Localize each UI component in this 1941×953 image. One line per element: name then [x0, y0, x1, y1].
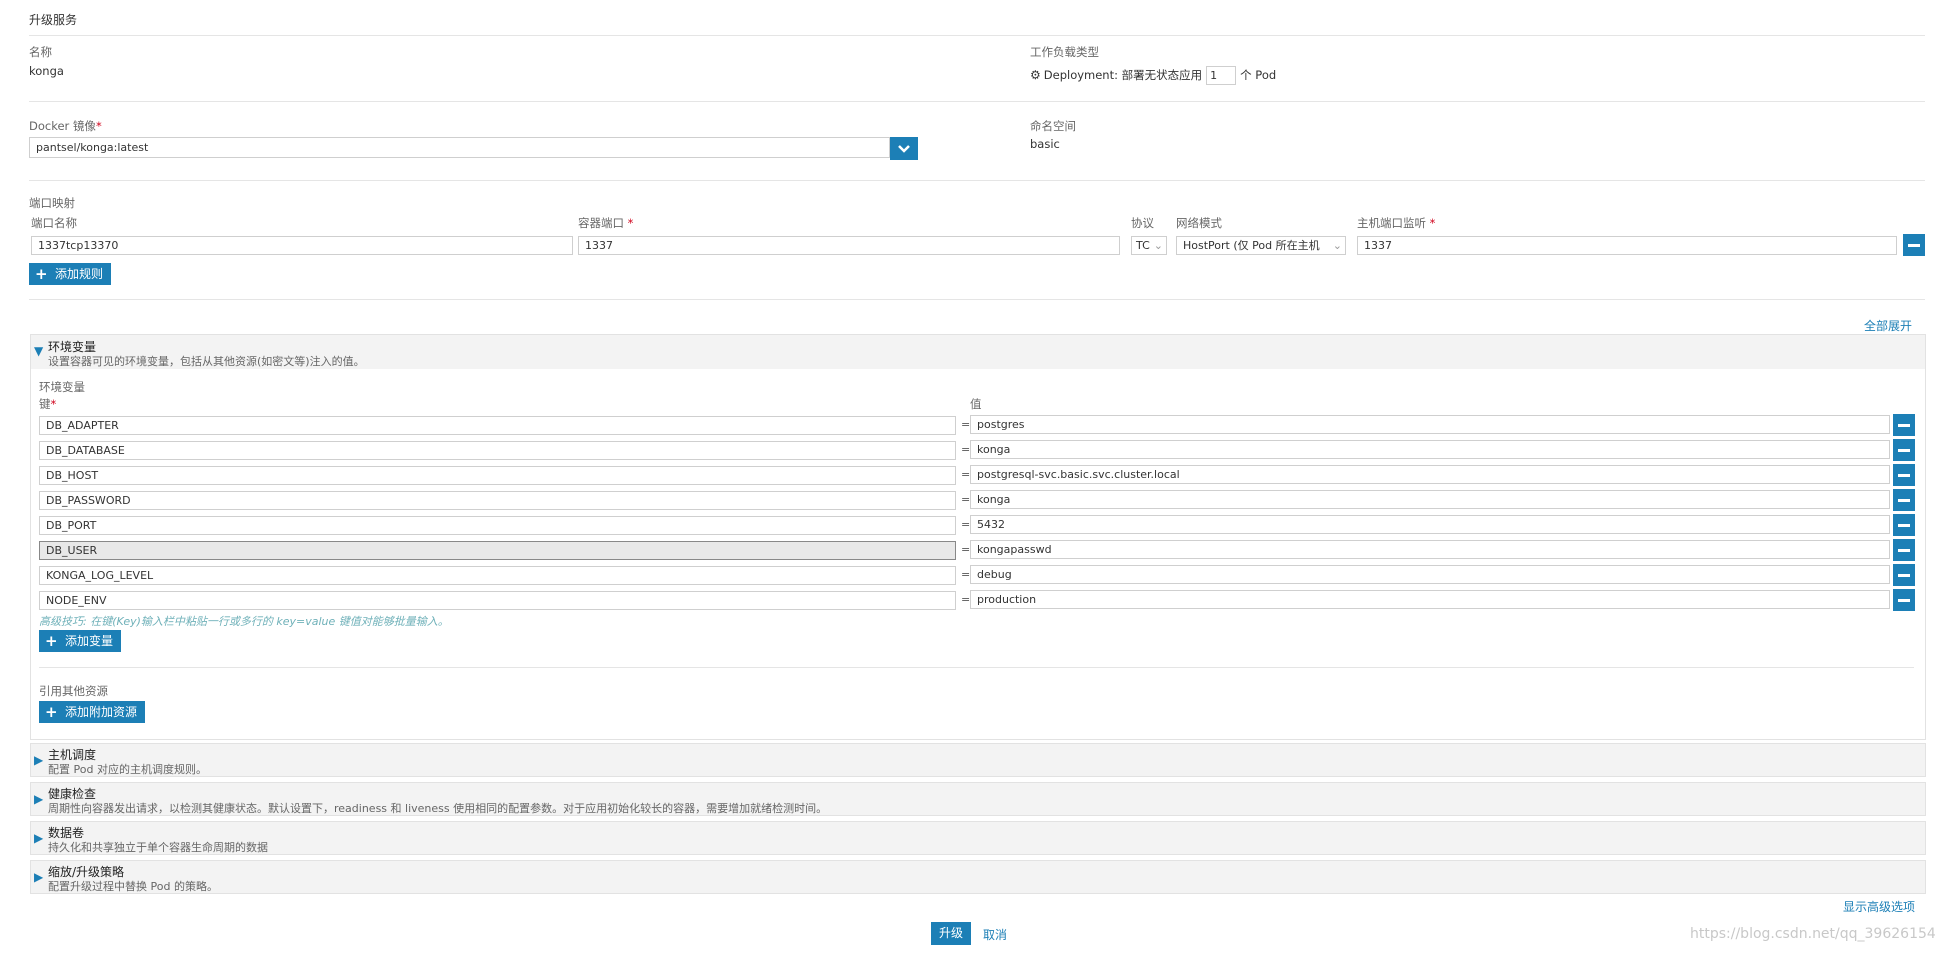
- section-scheduling[interactable]: ▶ 主机调度 配置 Pod 对应的主机调度规则。: [30, 743, 1926, 777]
- port-name-header: 端口名称: [31, 216, 77, 230]
- protocol-header: 协议: [1131, 216, 1154, 230]
- namespace-value: basic: [1030, 137, 1060, 151]
- protocol-select[interactable]: TC ⌄: [1131, 236, 1167, 255]
- env-key-input[interactable]: DB_USER: [39, 541, 956, 560]
- watermark: https://blog.csdn.net/qq_39626154: [1690, 926, 1936, 942]
- workload-label: 工作负载类型: [1030, 45, 1099, 59]
- namespace-label: 命名空间: [1030, 119, 1076, 133]
- env-value-input[interactable]: debug: [970, 565, 1890, 584]
- remove-env-button[interactable]: [1893, 539, 1915, 561]
- env-key-input[interactable]: KONGA_LOG_LEVEL: [39, 566, 956, 585]
- expand-all-link[interactable]: 全部展开: [1864, 317, 1912, 334]
- host-port-input[interactable]: 1337: [1357, 236, 1897, 255]
- section-health-check[interactable]: ▶ 健康检查 周期性向容器发出请求，以检测其健康状态。默认设置下，readine…: [30, 782, 1926, 816]
- caret-right-icon: ▶: [34, 831, 44, 845]
- remove-env-button[interactable]: [1893, 414, 1915, 436]
- divider: [29, 180, 1925, 181]
- env-sub-label: 环境变量: [39, 380, 85, 394]
- show-advanced-link[interactable]: 显示高级选项: [1843, 898, 1915, 915]
- container-port-input[interactable]: 1337: [578, 236, 1120, 255]
- ports-section-label: 端口映射: [29, 196, 75, 210]
- env-key-input[interactable]: NODE_ENV: [39, 591, 956, 610]
- caret-down-icon: ▼: [34, 344, 44, 358]
- caret-right-icon: ▶: [34, 792, 44, 806]
- divider: [39, 667, 1914, 668]
- image-dropdown-button[interactable]: [890, 137, 918, 160]
- env-key-input[interactable]: DB_PORT: [39, 516, 956, 535]
- env-key-input[interactable]: DB_PASSWORD: [39, 491, 956, 510]
- chevron-down-icon: ⌄: [1332, 239, 1342, 252]
- equals-sign: =: [961, 543, 971, 556]
- env-value-input[interactable]: kongapasswd: [970, 540, 1890, 559]
- env-key-input[interactable]: DB_DATABASE: [39, 441, 956, 460]
- equals-sign: =: [961, 593, 971, 606]
- name-label: 名称: [29, 45, 52, 59]
- section-volumes[interactable]: ▶ 数据卷 持久化和共享独立于单个容器生命周期的数据: [30, 821, 1926, 855]
- remove-env-button[interactable]: [1893, 489, 1915, 511]
- env-value-input[interactable]: postgresql-svc.basic.svc.cluster.local: [970, 465, 1890, 484]
- equals-sign: =: [961, 443, 971, 456]
- equals-sign: =: [961, 468, 971, 481]
- deployment-icon: ⚙: [1030, 68, 1041, 82]
- env-value-input[interactable]: konga: [970, 490, 1890, 509]
- env-value-input[interactable]: 5432: [970, 515, 1890, 534]
- equals-sign: =: [961, 568, 971, 581]
- name-value: konga: [29, 64, 64, 78]
- add-rule-button[interactable]: + 添加规则: [29, 263, 112, 285]
- workload-row: ⚙ Deployment: 部署无状态应用 1 个 Pod: [1030, 65, 1276, 85]
- env-value-input[interactable]: postgres: [970, 415, 1890, 434]
- workload-type: Deployment: 部署无状态应用: [1043, 68, 1203, 82]
- section-upgrade-strategy[interactable]: ▶ 缩放/升级策略 配置升级过程中替换 Pod 的策略。: [30, 860, 1926, 894]
- env-tip: 高级技巧: 在键(Key)输入栏中粘贴一行或多行的 key=value 键值对能…: [39, 615, 449, 628]
- remove-env-button[interactable]: [1893, 464, 1915, 486]
- value-header: 值: [970, 397, 982, 411]
- upgrade-button[interactable]: 升级: [931, 922, 971, 945]
- equals-sign: =: [961, 518, 971, 531]
- add-variable-button[interactable]: + 添加变量: [39, 630, 122, 652]
- network-mode-header: 网络模式: [1176, 216, 1222, 230]
- equals-sign: =: [961, 493, 971, 506]
- container-port-header: 容器端口 *: [578, 216, 634, 230]
- ref-label: 引用其他资源: [39, 684, 108, 698]
- env-key-input[interactable]: DB_HOST: [39, 466, 956, 485]
- remove-env-button[interactable]: [1893, 589, 1915, 611]
- env-key-input[interactable]: DB_ADAPTER: [39, 416, 956, 435]
- network-mode-select[interactable]: HostPort (仅 Pod 所在主机 ⌄: [1176, 236, 1346, 255]
- env-value-input[interactable]: production: [970, 590, 1890, 609]
- caret-right-icon: ▶: [34, 870, 44, 884]
- plus-icon: +: [35, 265, 48, 283]
- env-desc: 设置容器可见的环境变量，包括从其他资源(如密文等)注入的值。: [48, 355, 365, 368]
- plus-icon: +: [45, 703, 58, 721]
- host-port-header: 主机端口监听 *: [1357, 216, 1436, 230]
- plus-icon: +: [45, 632, 58, 650]
- remove-port-button[interactable]: [1903, 234, 1925, 256]
- chevron-down-icon: [898, 145, 910, 153]
- replicas-unit: 个 Pod: [1240, 68, 1277, 82]
- replicas-input[interactable]: 1: [1206, 65, 1237, 85]
- page-title: 升级服务: [29, 13, 78, 27]
- add-resource-button[interactable]: + 添加附加资源: [39, 701, 146, 723]
- divider: [29, 101, 1925, 102]
- equals-sign: =: [961, 418, 971, 431]
- divider: [29, 299, 1925, 300]
- cancel-button[interactable]: 取消: [983, 926, 1007, 943]
- caret-right-icon: ▶: [34, 753, 44, 767]
- divider: [29, 35, 1925, 36]
- remove-env-button[interactable]: [1893, 439, 1915, 461]
- env-value-input[interactable]: konga: [970, 440, 1890, 459]
- port-name-input[interactable]: 1337tcp13370: [31, 236, 573, 255]
- env-panel-header[interactable]: ▼ 环境变量 设置容器可见的环境变量，包括从其他资源(如密文等)注入的值。: [31, 335, 1925, 369]
- chevron-down-icon: ⌄: [1153, 239, 1163, 252]
- image-label: Docker 镜像*: [29, 119, 102, 133]
- image-input[interactable]: pantsel/konga:latest: [29, 137, 890, 158]
- remove-env-button[interactable]: [1893, 514, 1915, 536]
- env-panel: ▼ 环境变量 设置容器可见的环境变量，包括从其他资源(如密文等)注入的值。: [30, 334, 1926, 740]
- remove-env-button[interactable]: [1893, 564, 1915, 586]
- key-header: 键*: [39, 397, 57, 411]
